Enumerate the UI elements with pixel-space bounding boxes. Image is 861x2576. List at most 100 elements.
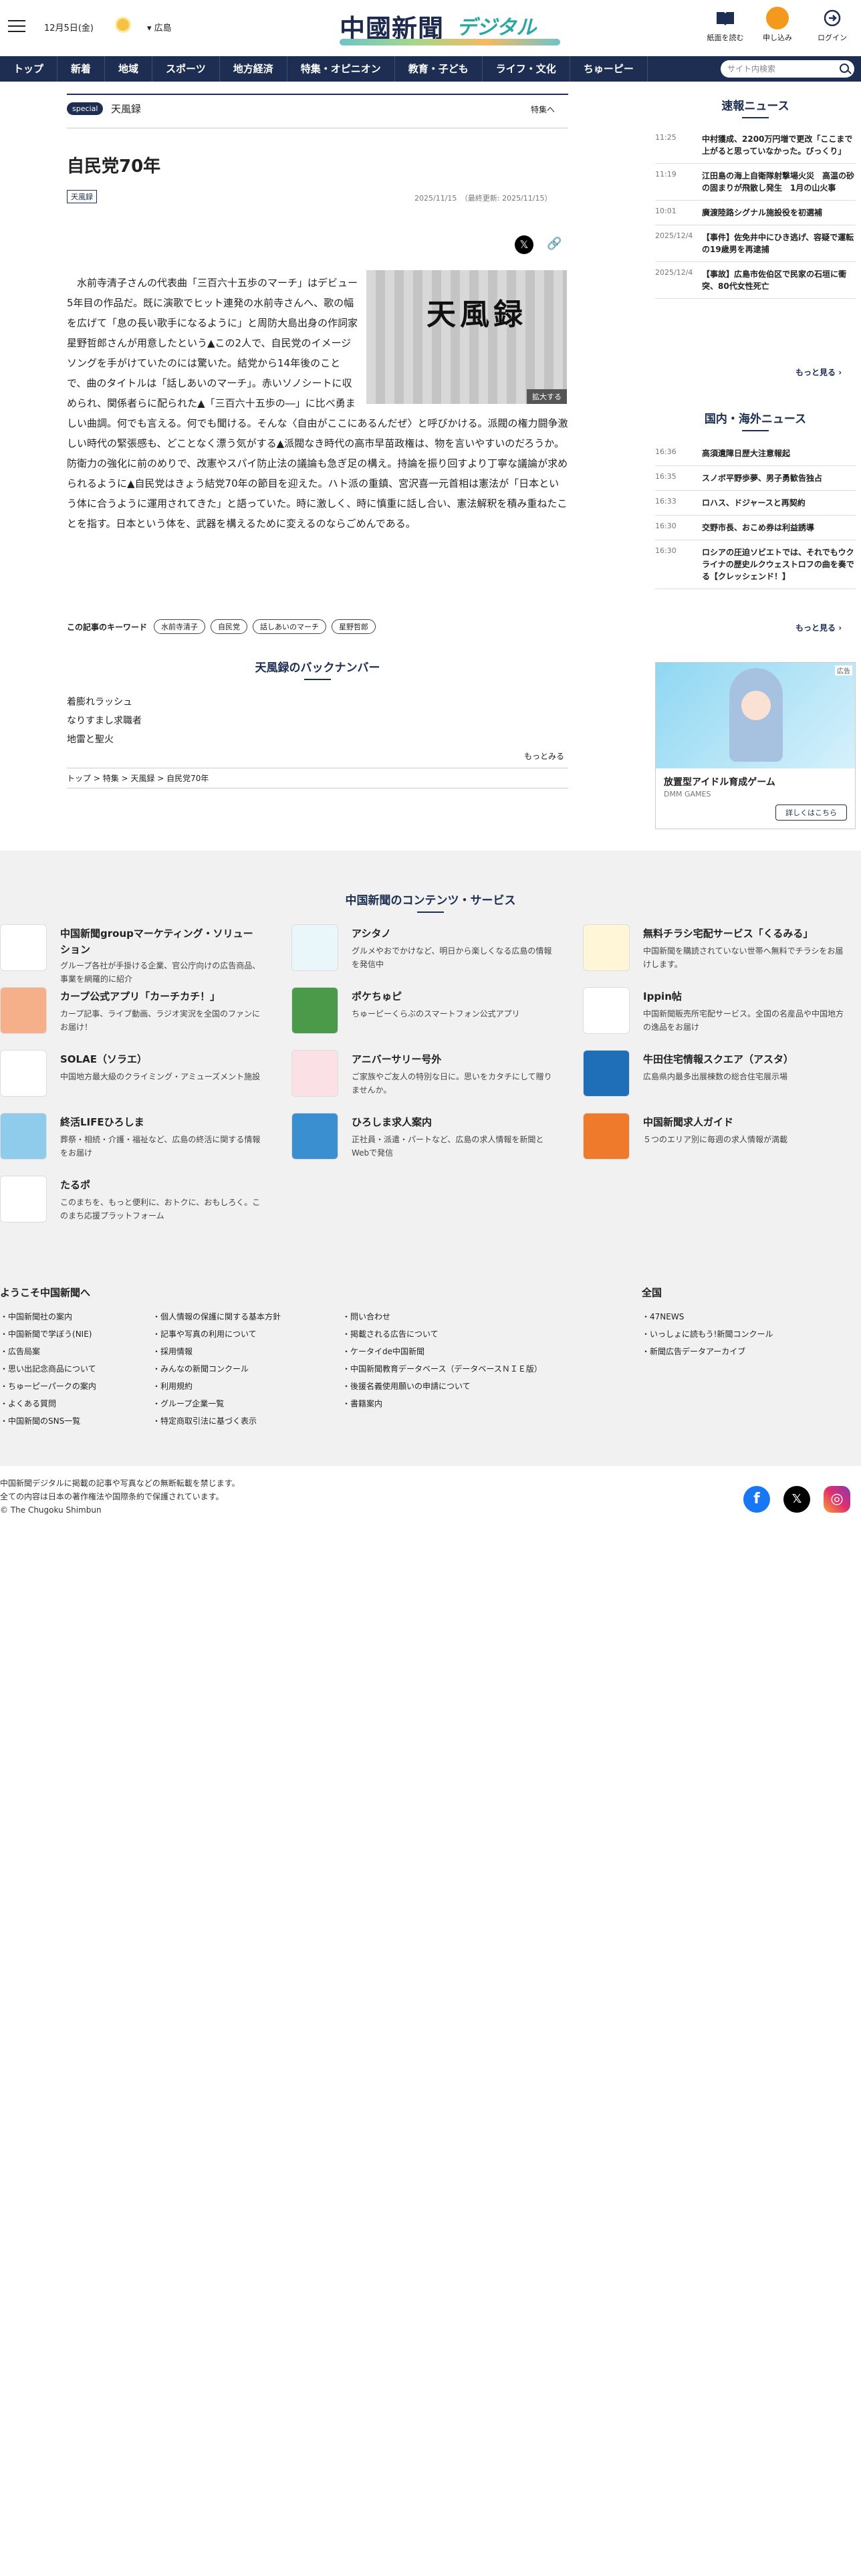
footer-link[interactable]: 思い出記念商品について [0,1360,96,1378]
news-headline[interactable]: スノボ平野歩夢、男子勇歓告独占 [702,472,822,484]
service-item[interactable]: 牛田住宅情報スクエア（アスタ） 広島県内最多出展棟数の総合住宅展示場 [583,1050,837,1106]
backnumber-more-link[interactable]: もっとみる [524,750,564,762]
footer-link[interactable]: 利用規約 [152,1378,281,1395]
news-row[interactable]: 2025/12/4 【事故】広島市佐伯区で民家の石垣に衝突、80代女性死亡 [655,262,856,299]
service-name[interactable]: カープ公式アプリ「カーチカチ！」 [60,988,261,1004]
service-item[interactable]: ポケちゅピ ちゅーピーくらぶのスマートフォン公式アプリ [291,987,545,1043]
ad-banner[interactable]: 広告 放置型アイドル育成ゲーム DMM GAMES 詳しくはこちら [655,662,856,829]
service-item[interactable]: 無料チラシ宅配サービス「くるみる」 中国新聞を購読されていない世帯へ無料でチラシを… [583,924,843,980]
world-more-link[interactable]: もっと見る › [795,622,842,633]
apply-button[interactable]: 申し込み [754,7,801,43]
nav-item[interactable]: 教育・子ども [395,56,483,82]
news-row[interactable]: 2025/12/4 【事件】佐免井中にひき逃げ、容疑で運転の19歳男を再逮捕 [655,225,856,262]
news-row[interactable]: 16:33 ロハス、ドジャースと再契約 [655,491,856,516]
service-item[interactable]: ひろしま求人案内 正社員・派遣・パートなど、広島の求人情報を新聞とWebで発信 [291,1113,545,1169]
service-item[interactable]: 中国新聞求人ガイド ５つのエリア別に毎週の求人情報が満載 [583,1113,837,1169]
service-name[interactable]: アシタノ [352,926,552,942]
backnumber-item[interactable]: なりすまし求職者 [67,712,142,730]
breadcrumb-item[interactable]: 天風録 [130,774,154,783]
news-headline[interactable]: ロシアの圧迫ソビエトでは、それでもウクライナの歴史ルクウェストロフの曲を奏でる【… [702,546,856,582]
enlarge-button[interactable]: 拡大する [527,389,567,404]
keyword-chip[interactable]: 話しあいのマーチ [253,619,327,634]
news-row[interactable]: 10:01 廣渡陸路シグナル施設役を初選補 [655,201,856,225]
footer-link[interactable]: 特定商取引法に基づく表示 [152,1412,281,1430]
news-row[interactable]: 16:35 スノボ平野歩夢、男子勇歓告独占 [655,466,856,491]
footer-link[interactable]: ちゅーピーパークの案内 [0,1378,96,1395]
service-name[interactable]: 中国新聞groupマーケティング・ソリューション [60,926,261,958]
service-item[interactable]: アシタノ グルメやおでかけなど、明日から楽しくなる広島の情報を発信中 [291,924,551,980]
news-headline[interactable]: 【事件】佐免井中にひき逃げ、容疑で運転の19歳男を再逮捕 [702,231,856,255]
footer-link[interactable]: 新聞広告データアーカイブ [642,1343,773,1360]
footer-link[interactable]: みんなの新聞コンクール [152,1360,281,1378]
news-row[interactable]: 16:30 交野市長、おこめ券は利益誘導 [655,516,856,540]
footer-link[interactable]: 中国新聞教育データベース（データベースＮＩＥ版） [342,1360,542,1378]
footer-link[interactable]: 記事や写真の利用について [152,1325,281,1343]
service-name[interactable]: 終活LIFEひろしま [60,1114,261,1130]
service-name[interactable]: たるポ [60,1177,261,1193]
site-logo[interactable]: 中國新聞 デジタル [340,7,560,48]
service-name[interactable]: 中国新聞求人ガイド [643,1114,844,1130]
nav-item[interactable]: 地域 [105,56,153,82]
news-row[interactable]: 16:36 高須遺障日歴大注意報起 [655,441,856,466]
footer-link[interactable]: 掲載される広告について [342,1325,542,1343]
footer-link[interactable]: 広告局案 [0,1343,96,1360]
footer-link[interactable]: よくある質問 [0,1395,96,1412]
service-name[interactable]: ポケちゅピ [352,988,552,1004]
news-headline[interactable]: 廣渡陸路シグナル施設役を初選補 [702,207,822,219]
nav-item[interactable]: ライフ・文化 [483,56,570,82]
footer-link[interactable]: 書籍案内 [342,1395,542,1412]
breadcrumb-item[interactable]: トップ [67,774,91,783]
service-item[interactable]: SOLAE（ソラエ） 中国地方最大級のクライミング・アミューズメント施設 [0,1050,260,1106]
article-image[interactable]: 天風録 拡大する [366,270,567,404]
service-item[interactable]: Ippin帖 中国新聞販売所宅配サービス。全国の名産品や中国地方の逸品をお届け [583,987,844,1043]
footer-link[interactable]: 個人情報の保護に関する基本方針 [152,1308,281,1325]
backnumber-item[interactable]: 着膨れラッシュ [67,693,142,712]
read-paper-button[interactable]: 紙面を読む [702,7,749,43]
keyword-chip[interactable]: 水前寺清子 [154,619,206,634]
copy-link-icon[interactable]: 🔗 [547,237,562,251]
news-headline[interactable]: 中村獲成、2200万円増で更改「ここまで上がると思っていなかった。びっくり」 [702,133,856,157]
news-row[interactable]: 11:25 中村獲成、2200万円増で更改「ここまで上がると思っていなかった。びっ… [655,127,856,164]
footer-link[interactable]: 問い合わせ [342,1308,542,1325]
service-item[interactable]: たるポ このまちを、もっと便利に、おトクに、おもしろく。このまち応援プラットフォー… [0,1176,260,1232]
service-name[interactable]: 牛田住宅情報スクエア（アスタ） [643,1051,844,1067]
news-headline[interactable]: 江田島の海上自衛隊射撃場火災 高温の砂の固まりが飛散し発生 1月の山火事 [702,170,856,194]
breaking-more-link[interactable]: もっと見る › [795,366,842,378]
service-name[interactable]: アニバーサリー号外 [352,1051,552,1067]
article-tag[interactable]: 天風録 [67,190,97,203]
x-share-icon[interactable]: 𝕏 [515,235,533,254]
news-row[interactable]: 16:30 ロシアの圧迫ソビエトでは、それでもウクライナの歴史ルクウェストロフの曲… [655,540,856,589]
nav-item[interactable]: 新着 [57,56,106,82]
service-item[interactable]: 中国新聞groupマーケティング・ソリューション グループ各社が手掛ける企業、官公… [0,924,260,984]
footer-link[interactable]: 後援名義使用願いの申請について [342,1378,542,1395]
ad-button[interactable]: 詳しくはこちら [775,804,847,821]
service-name[interactable]: SOLAE（ソラエ） [60,1051,261,1067]
nav-item[interactable]: トップ [0,56,58,82]
nav-item[interactable]: ちゅーピー [570,56,648,82]
footer-link[interactable]: グループ企業一覧 [152,1395,281,1412]
news-headline[interactable]: 【事故】広島市佐伯区で民家の石垣に衝突、80代女性死亡 [702,268,856,292]
nav-item[interactable]: 地方経済 [220,56,287,82]
footer-link[interactable]: 中国新聞のSNS一覧 [0,1412,96,1430]
footer-link[interactable]: 中国新聞で学ぼう(NIE) [0,1325,96,1343]
nav-item[interactable]: スポーツ [152,56,220,82]
footer-link[interactable]: 採用情報 [152,1343,281,1360]
service-item[interactable]: 終活LIFEひろしま 葬祭・相続・介護・福祉など、広島の終活に関する情報をお届け [0,1113,260,1169]
menu-icon[interactable] [8,20,25,33]
to-special-link[interactable]: 特集へ [531,104,555,115]
x-icon[interactable]: 𝕏 [783,1486,810,1513]
service-name[interactable]: Ippin帖 [643,988,844,1004]
footer-link[interactable]: ケータイde中国新聞 [342,1343,542,1360]
service-item[interactable]: アニバーサリー号外 ご家族やご友人の特別な日に。思いをカタチにして贈りませんか。 [291,1050,552,1106]
service-name[interactable]: ひろしま求人案内 [352,1114,552,1130]
location-selector[interactable]: ▾ 広島 [147,21,172,33]
service-item[interactable]: カープ公式アプリ「カーチカチ！」 カープ記事、ライブ動画、ラジオ実況を全国のファン… [0,987,260,1043]
keyword-chip[interactable]: 自民党 [211,619,248,634]
search-icon[interactable] [840,64,849,73]
service-name[interactable]: 無料チラシ宅配サービス「くるみる」 [643,926,844,942]
facebook-icon[interactable]: f [743,1486,770,1513]
keyword-chip[interactable]: 星野哲郎 [332,619,376,634]
footer-link[interactable]: 47NEWS [642,1308,773,1325]
footer-link[interactable]: いっしょに読もう!新聞コンクール [642,1325,773,1343]
news-headline[interactable]: ロハス、ドジャースと再契約 [702,497,806,509]
